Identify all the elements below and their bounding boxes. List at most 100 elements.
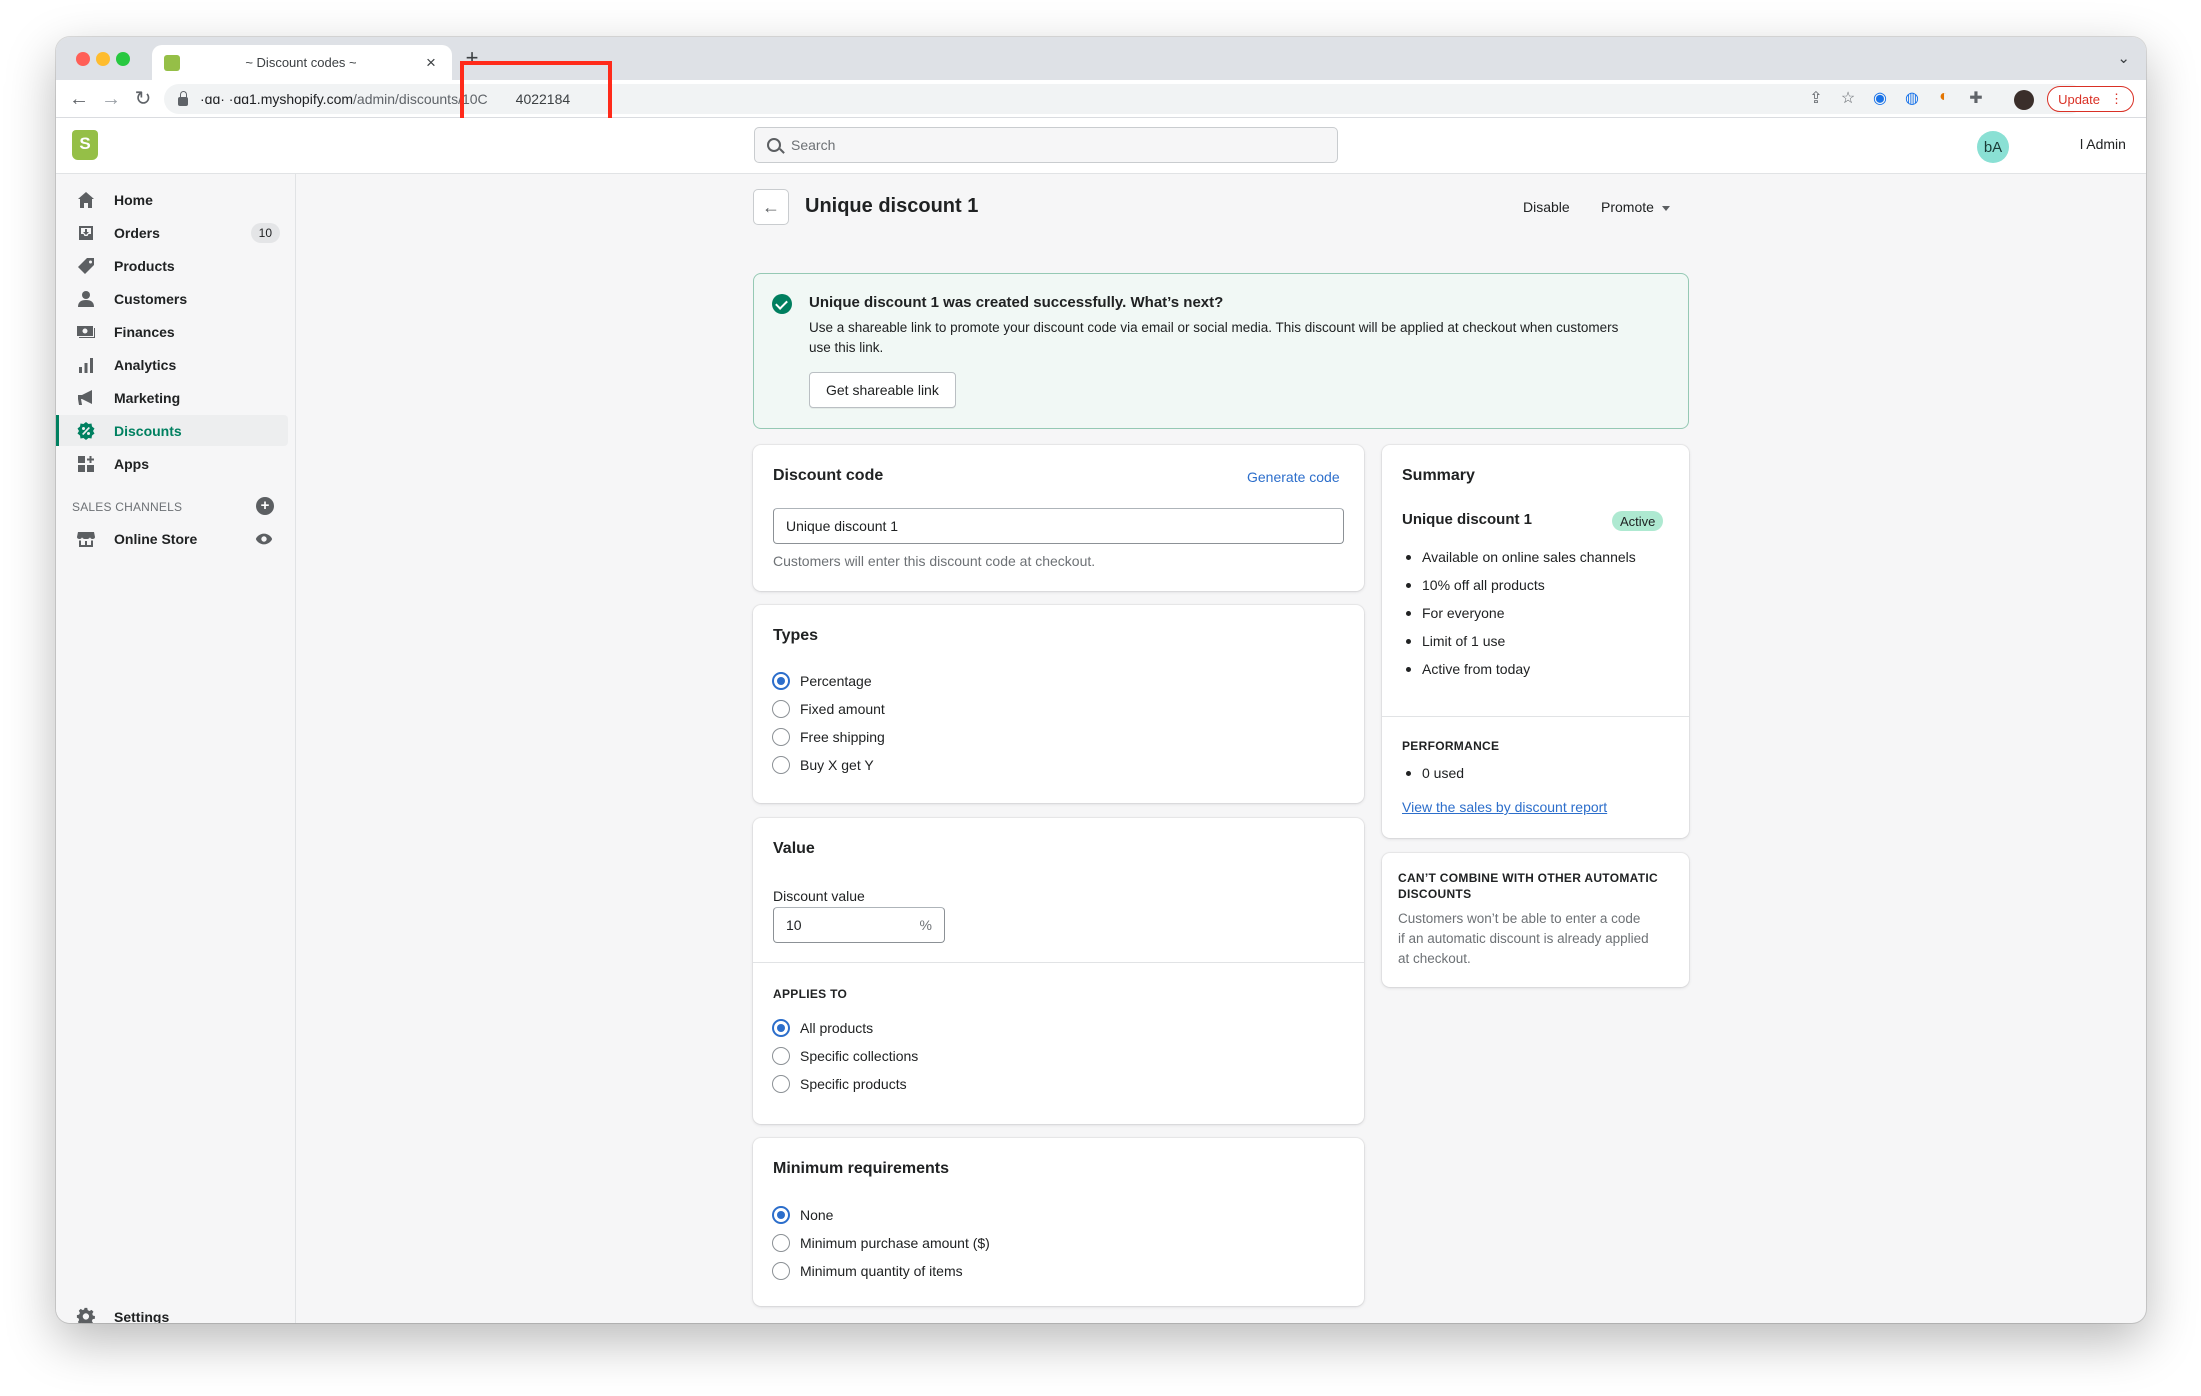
- user-name[interactable]: l Admin: [2080, 136, 2126, 152]
- url-host: ·ɑɑ· ·ɑɑ1.myshopify.com: [200, 91, 354, 107]
- applies-option-specific-collections[interactable]: Specific collections: [772, 1045, 918, 1067]
- maximize-window-button[interactable]: [116, 52, 130, 66]
- discount-code-input[interactable]: Unique discount 1: [773, 508, 1344, 544]
- minimum-option-quantity[interactable]: Minimum quantity of items: [772, 1260, 963, 1282]
- finances-icon: [76, 322, 96, 342]
- type-option-buy-x-get-y[interactable]: Buy X get Y: [772, 754, 874, 776]
- user-avatar[interactable]: bA: [1977, 131, 2009, 163]
- search-input[interactable]: [791, 137, 1311, 153]
- bookmark-star-icon[interactable]: ☆: [1838, 88, 1858, 108]
- close-tab-icon[interactable]: ×: [422, 53, 440, 73]
- success-banner: Unique discount 1 was created successful…: [753, 273, 1689, 429]
- profile-avatar[interactable]: [2014, 90, 2034, 110]
- forward-arrow-icon[interactable]: →: [98, 86, 124, 112]
- summary-card: Summary Unique discount 1 Active Availab…: [1382, 445, 1689, 838]
- type-option-percentage[interactable]: Percentage: [772, 670, 872, 692]
- sidebar-item-settings[interactable]: Settings: [56, 1301, 288, 1323]
- type-option-free-shipping[interactable]: Free shipping: [772, 726, 885, 748]
- value-card: Value Discount value 10 % APPLIES TO All…: [753, 818, 1364, 1124]
- generate-code-link[interactable]: Generate code: [1247, 469, 1340, 485]
- sidebar-item-label: Orders: [114, 224, 160, 241]
- banner-text: Use a shareable link to promote your dis…: [809, 320, 1619, 355]
- radio-label: Minimum purchase amount ($): [800, 1235, 990, 1251]
- percent-suffix: %: [919, 917, 932, 933]
- sidebar-item-orders[interactable]: Orders 10: [56, 217, 288, 248]
- extension-icons: ⇪ ☆ ◉ ◍ ◐ ✚: [1806, 88, 1986, 108]
- sales-channels-heading: SALES CHANNELS: [72, 500, 183, 514]
- promote-label: Promote: [1601, 199, 1654, 215]
- search-bar[interactable]: [754, 127, 1338, 163]
- applies-to-heading: APPLIES TO: [773, 987, 848, 1001]
- radio[interactable]: [772, 756, 790, 774]
- browser-tab[interactable]: ~ Discount codes ~ ×: [152, 45, 452, 80]
- minimum-option-purchase-amount[interactable]: Minimum purchase amount ($): [772, 1232, 990, 1254]
- extension-three-icon[interactable]: ◐: [1934, 88, 1954, 108]
- summary-details-list: Available on online sales channels 10% o…: [1402, 547, 1636, 687]
- radio-label: Specific products: [800, 1076, 907, 1092]
- minimize-window-button[interactable]: [96, 52, 110, 66]
- type-option-fixed-amount[interactable]: Fixed amount: [772, 698, 885, 720]
- sidebar-item-apps[interactable]: Apps: [56, 448, 288, 479]
- admin-top-bar: bA l Admin: [56, 118, 2146, 174]
- extension-two-icon[interactable]: ◍: [1902, 88, 1922, 108]
- close-window-button[interactable]: [76, 52, 90, 66]
- tab-title: ~ Discount codes ~: [245, 55, 357, 70]
- applies-option-all-products[interactable]: All products: [772, 1017, 873, 1039]
- view-sales-report-link[interactable]: View the sales by discount report: [1402, 799, 1607, 815]
- sidebar-item-discounts[interactable]: Discounts: [56, 415, 288, 446]
- status-badge: Active: [1612, 511, 1664, 531]
- shopify-logo-icon[interactable]: [72, 130, 98, 160]
- banner-title: Unique discount 1 was created successful…: [809, 294, 1224, 311]
- combine-heading-line1: CAN’T COMBINE WITH OTHER AUTOMATIC: [1398, 871, 1658, 885]
- radio-label: Percentage: [800, 673, 872, 689]
- promote-button[interactable]: Promote: [1601, 199, 1670, 215]
- sidebar-item-label: Products: [114, 257, 175, 274]
- divider: [1382, 716, 1689, 717]
- sidebar-item-finances[interactable]: Finances: [56, 316, 288, 347]
- radio[interactable]: [772, 1075, 790, 1093]
- radio[interactable]: [772, 1262, 790, 1280]
- sidebar-item-analytics[interactable]: Analytics: [56, 349, 288, 380]
- list-item: Limit of 1 use: [1402, 631, 1636, 659]
- address-bar[interactable]: ·ɑɑ· ·ɑɑ1.myshopify.com /admin/discounts…: [164, 84, 2084, 114]
- applies-option-specific-products[interactable]: Specific products: [772, 1073, 907, 1095]
- disable-button[interactable]: Disable: [1523, 199, 1570, 215]
- sidebar-item-marketing[interactable]: Marketing: [56, 382, 288, 413]
- combine-text-line3: at checkout.: [1398, 951, 1471, 966]
- radio-selected[interactable]: [772, 1206, 790, 1224]
- add-sales-channel-icon[interactable]: +: [256, 497, 274, 515]
- sidebar-item-customers[interactable]: Customers: [56, 283, 288, 314]
- sidebar-item-label: Finances: [114, 323, 175, 340]
- sidebar-item-label: Home: [114, 191, 153, 208]
- discount-value-input[interactable]: 10 %: [773, 907, 945, 943]
- orders-icon: [76, 223, 96, 243]
- performance-heading: PERFORMANCE: [1402, 739, 1500, 753]
- radio[interactable]: [772, 728, 790, 746]
- arrow-left-icon: ←: [762, 196, 780, 217]
- radio-selected[interactable]: [772, 1019, 790, 1037]
- extension-one-icon[interactable]: ◉: [1870, 88, 1890, 108]
- radio[interactable]: [772, 1047, 790, 1065]
- more-menu-icon: ⋮: [2110, 91, 2123, 106]
- view-store-eye-icon[interactable]: [255, 530, 273, 548]
- card-title: Value: [773, 840, 815, 857]
- get-shareable-link-button[interactable]: Get shareable link: [809, 372, 956, 408]
- share-icon[interactable]: ⇪: [1806, 88, 1826, 108]
- back-arrow-icon[interactable]: ←: [66, 86, 92, 112]
- lock-icon: [178, 90, 188, 106]
- radio-label: Free shipping: [800, 729, 885, 745]
- sidebar-item-home[interactable]: Home: [56, 184, 288, 215]
- minimum-option-none[interactable]: None: [772, 1204, 833, 1226]
- radio[interactable]: [772, 700, 790, 718]
- tab-search-chevron-icon[interactable]: ⌄: [2117, 49, 2130, 67]
- marketing-icon: [76, 388, 96, 408]
- extensions-puzzle-icon[interactable]: ✚: [1966, 88, 1986, 108]
- sidebar-item-products[interactable]: Products: [56, 250, 288, 281]
- combine-text-line2: if an automatic discount is already appl…: [1398, 931, 1649, 946]
- sidebar-item-online-store[interactable]: Online Store: [56, 523, 288, 554]
- reload-icon[interactable]: ↻: [130, 86, 156, 112]
- back-button[interactable]: ←: [753, 189, 789, 225]
- radio-selected[interactable]: [772, 672, 790, 690]
- radio[interactable]: [772, 1234, 790, 1252]
- update-button[interactable]: Update ⋮: [2047, 86, 2134, 112]
